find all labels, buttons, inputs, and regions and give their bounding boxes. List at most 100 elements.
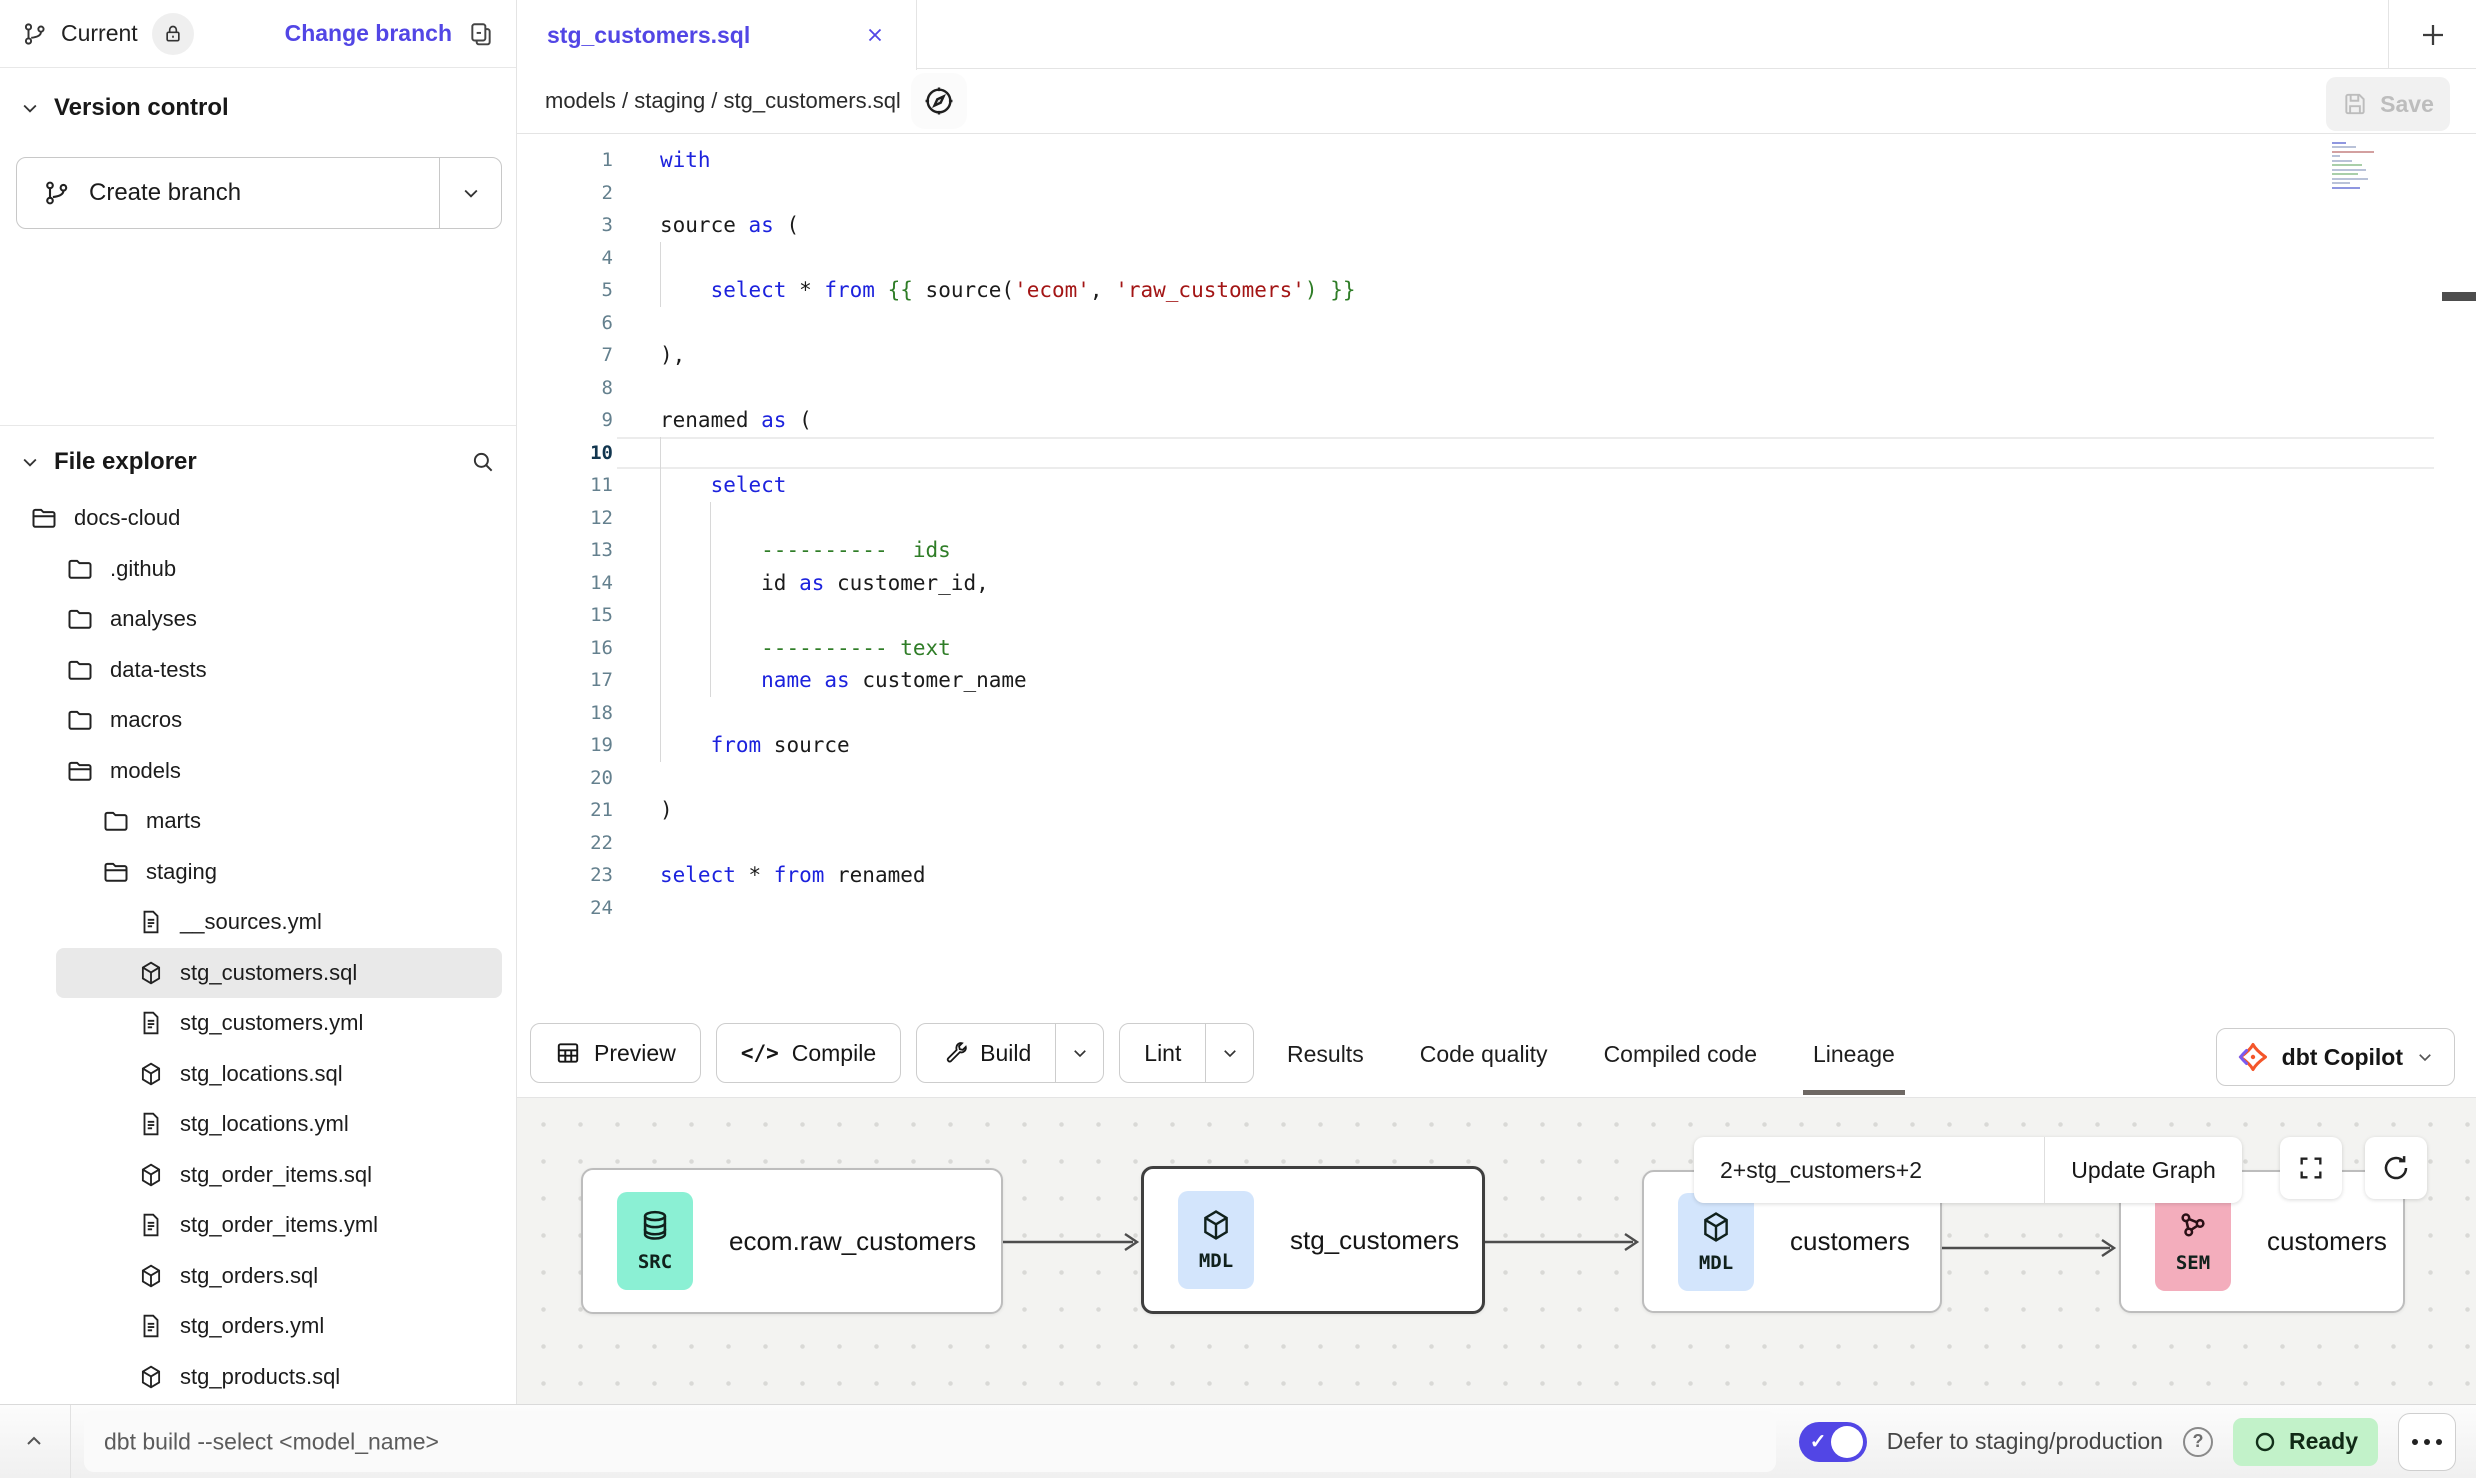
lineage-node-source[interactable]: SRC ecom.raw_customers [581, 1168, 1003, 1314]
branch-lock-badge [152, 13, 194, 55]
model-cube-icon [138, 960, 164, 986]
lint-button[interactable]: Lint [1119, 1023, 1254, 1083]
model-badge: MDL [1178, 1191, 1254, 1289]
search-icon[interactable] [470, 449, 496, 475]
code-content[interactable]: withsource as ( select * from {{ source(… [660, 144, 2356, 924]
refresh-button[interactable] [2365, 1137, 2427, 1199]
file-tree-item[interactable]: .github [0, 544, 502, 595]
help-icon[interactable]: ? [2183, 1427, 2213, 1457]
build-button[interactable]: Build [916, 1023, 1104, 1083]
create-branch-button[interactable]: Create branch [16, 157, 502, 229]
file-tree-item[interactable]: models [0, 746, 502, 797]
new-tab-button[interactable] [2388, 0, 2476, 69]
dbt-copilot-button[interactable]: dbt Copilot [2216, 1028, 2455, 1086]
model-cube-icon [138, 1364, 164, 1390]
file-tree-item[interactable]: stg_orders.sql [0, 1251, 502, 1302]
compass-button[interactable] [911, 73, 967, 129]
lint-dropdown[interactable] [1205, 1024, 1253, 1082]
file-tree-item[interactable]: stg_order_items.yml [0, 1200, 502, 1251]
command-placeholder[interactable]: dbt build --select <model_name> [104, 1428, 439, 1455]
semantic-graph-icon [2176, 1210, 2210, 1244]
file-tree-item[interactable]: stg_orders.yml [0, 1301, 502, 1352]
breadcrumb-row: models / staging / stg_customers.sql Sav… [517, 69, 2476, 134]
version-control-header[interactable]: Version control [20, 88, 229, 128]
cube-icon [1199, 1208, 1233, 1242]
file-tree-item[interactable]: analyses [0, 594, 502, 645]
tab-label: stg_customers.sql [547, 22, 750, 49]
file-tree-item[interactable]: stg_order_items.sql [0, 1150, 502, 1201]
file-tree-item[interactable]: stg_locations.sql [0, 1049, 502, 1100]
code-editor[interactable]: 123456789101112131415161718192021222324 … [517, 134, 2476, 1010]
folder-icon [66, 706, 94, 734]
compile-button[interactable]: </> Compile [716, 1023, 901, 1083]
semantic-badge: SEM [2155, 1193, 2231, 1291]
create-branch-dropdown[interactable] [439, 158, 501, 228]
chevron-down-icon[interactable] [20, 452, 40, 472]
table-icon [555, 1040, 581, 1066]
close-icon[interactable] [864, 24, 886, 46]
file-tree-item[interactable]: docs-cloud [0, 493, 502, 544]
file-tree-item[interactable]: data-tests [0, 645, 502, 696]
file-tree-item[interactable]: macros [0, 695, 502, 746]
minimap[interactable] [2332, 139, 2388, 195]
folder-icon [66, 605, 94, 633]
build-dropdown[interactable] [1055, 1024, 1103, 1082]
action-toolbar: Preview </> Compile Build [517, 1010, 2476, 1098]
save-button[interactable]: Save [2326, 77, 2450, 131]
lineage-toolbar: 2+stg_customers+2 Update Graph [1694, 1137, 2242, 1203]
wrench-icon [941, 1040, 967, 1066]
file-tree-item[interactable]: __sources.yml [0, 897, 502, 948]
divider [70, 1405, 71, 1478]
version-control-title: Version control [54, 94, 229, 122]
file-tree-item[interactable]: stg_products.sql [0, 1352, 502, 1403]
change-branch-link[interactable]: Change branch [285, 20, 452, 47]
file-tree-item[interactable]: stg_customers.yml [0, 998, 502, 1049]
breadcrumb: models / staging / stg_customers.sql [545, 88, 901, 114]
lineage-panel[interactable]: SRC ecom.raw_customers MDL stg_customers… [517, 1098, 2476, 1404]
folder-open-icon [30, 504, 58, 532]
tab-strip: stg_customers.sql [517, 0, 2476, 69]
folder-open-icon [66, 757, 94, 785]
lineage-edge [1003, 1231, 1145, 1253]
check-icon: ✓ [1810, 1429, 1827, 1454]
file-explorer-section: File explorer [0, 425, 516, 486]
tab-stg-customers[interactable]: stg_customers.sql [517, 0, 917, 70]
git-branch-icon [43, 179, 71, 207]
status-badge-ready[interactable]: Ready [2233, 1418, 2378, 1466]
lineage-node-stg-customers[interactable]: MDL stg_customers [1141, 1166, 1485, 1314]
plus-icon [2418, 20, 2448, 50]
lineage-edge [1485, 1231, 1645, 1253]
git-branch-icon [22, 21, 48, 47]
model-cube-icon [138, 1061, 164, 1087]
file-tree-item[interactable]: stg_locations.yml [0, 1099, 502, 1150]
branch-bar: Current Change branch [0, 0, 516, 68]
model-badge: MDL [1678, 1193, 1754, 1291]
file-tree-item[interactable]: staging [0, 847, 502, 898]
file-tree-item-selected[interactable]: stg_customers.sql [56, 948, 502, 999]
lineage-selector-input[interactable]: 2+stg_customers+2 [1694, 1137, 2045, 1203]
save-icon [2342, 91, 2368, 117]
status-circle-icon [2253, 1430, 2277, 1454]
status-bar: dbt build --select <model_name> ✓ Defer … [0, 1404, 2476, 1478]
tab-results[interactable]: Results [1287, 1041, 1364, 1068]
more-options-button[interactable] [2398, 1413, 2456, 1471]
tab-compiled-code[interactable]: Compiled code [1604, 1041, 1757, 1068]
file-icon [138, 1212, 164, 1238]
code-icon: </> [741, 1041, 779, 1065]
fullscreen-button[interactable] [2280, 1137, 2342, 1199]
file-tree-item[interactable]: marts [0, 796, 502, 847]
file-tree: docs-cloud .github analyses data-tests m… [0, 493, 516, 1404]
lineage-edge [1942, 1237, 2122, 1259]
tab-lineage[interactable]: Lineage [1813, 1041, 1895, 1068]
preview-button[interactable]: Preview [530, 1023, 701, 1083]
scrollbar-thumb[interactable] [2442, 292, 2476, 301]
update-graph-button[interactable]: Update Graph [2045, 1137, 2242, 1203]
chevron-up-icon[interactable] [22, 1430, 46, 1454]
defer-label: Defer to staging/production [1887, 1428, 2163, 1455]
source-badge: SRC [617, 1192, 693, 1290]
copy-icon[interactable] [468, 21, 494, 47]
tab-code-quality[interactable]: Code quality [1420, 1041, 1548, 1068]
database-icon [638, 1209, 672, 1243]
defer-toggle[interactable]: ✓ [1799, 1422, 1867, 1462]
fullscreen-icon [2297, 1154, 2325, 1182]
